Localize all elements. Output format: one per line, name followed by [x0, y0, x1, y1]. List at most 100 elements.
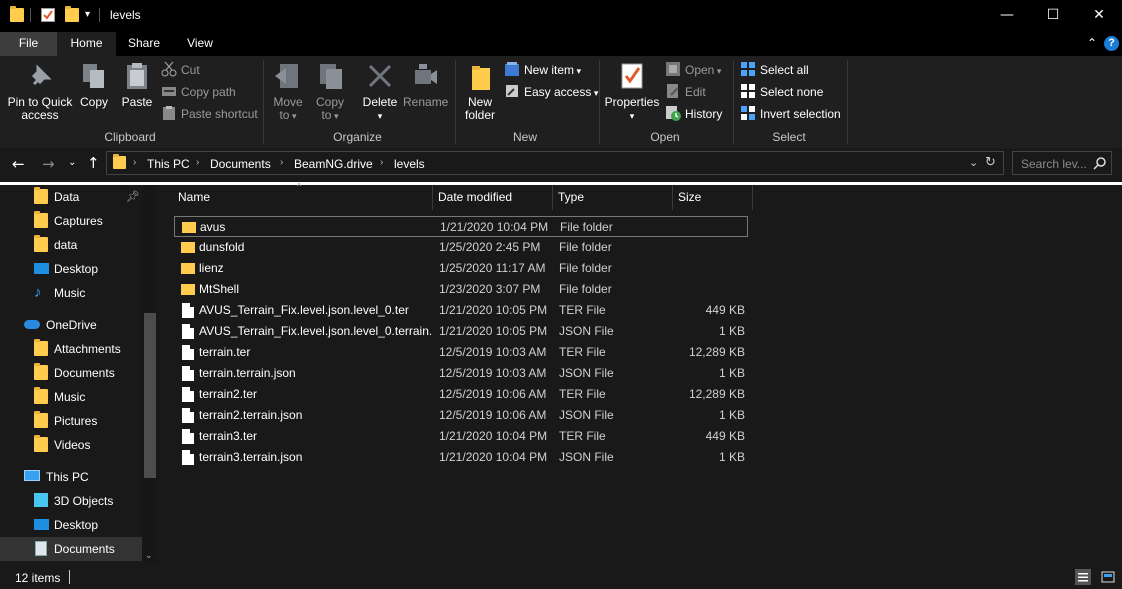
file-type: File folder — [559, 282, 612, 296]
maximize-button[interactable]: ☐ — [1030, 0, 1076, 32]
nav-item-videos[interactable]: Videos — [34, 433, 142, 457]
qat-dropdown-icon[interactable]: ▾ — [85, 9, 90, 20]
tab-view[interactable]: View — [172, 32, 228, 56]
file-row[interactable]: terrain.ter 12/5/2019 10:03 AM TER File 12,… — [174, 342, 748, 363]
minimize-button[interactable]: — — [984, 0, 1030, 32]
close-button[interactable]: ✕ — [1076, 0, 1122, 32]
copy-button[interactable]: Copy — [77, 60, 111, 109]
tab-file[interactable]: File — [0, 32, 57, 56]
nav-item-label: Documents — [54, 366, 115, 380]
search-box[interactable]: Search lev... — [1012, 151, 1112, 175]
collapse-ribbon-icon[interactable]: ⌃ — [1087, 36, 1097, 50]
column-header-type[interactable]: Type — [553, 185, 673, 210]
file-name: terrain.terrain.json — [199, 366, 296, 380]
rename-button[interactable]: Rename — [403, 60, 448, 109]
address-dropdown-chevron-icon[interactable]: ⌄ — [969, 156, 978, 169]
history-button[interactable]: History — [665, 104, 722, 124]
new-item-icon — [504, 61, 520, 77]
edit-button[interactable]: Edit — [665, 82, 706, 102]
nav-item-onedrive-music[interactable]: Music — [34, 385, 142, 409]
nav-item-pictures[interactable]: Pictures — [34, 409, 142, 433]
select-none-button[interactable]: Select none — [740, 82, 823, 102]
file-row[interactable]: terrain2.terrain.json 12/5/2019 10:06 AM J… — [174, 405, 748, 426]
tab-home[interactable]: Home — [57, 32, 116, 56]
move-to-button[interactable]: Move to ▾ — [270, 60, 306, 123]
up-arrow-icon[interactable]: ↑ — [87, 154, 100, 172]
nav-item-this-pc-desktop[interactable]: Desktop — [34, 513, 142, 537]
cut-button[interactable]: Cut — [161, 60, 200, 80]
chevron-right-icon[interactable]: › — [380, 157, 383, 168]
file-type: TER File — [559, 429, 606, 443]
nav-item-data-pinned[interactable]: Data 📌︎ — [34, 185, 142, 209]
details-view-icon[interactable] — [1075, 569, 1091, 585]
nav-item-label: OneDrive — [46, 318, 97, 332]
nav-item-label: This PC — [46, 470, 89, 484]
properties-qat-icon[interactable] — [41, 8, 55, 22]
nav-item-this-pc[interactable]: This PC — [24, 465, 142, 489]
new-folder-button[interactable]: New folder — [460, 60, 500, 122]
properties-button[interactable]: Properties ▾ — [604, 60, 660, 123]
breadcrumb-beamng-drive[interactable]: BeamNG.drive — [294, 157, 373, 171]
search-icon[interactable] — [1093, 156, 1107, 173]
file-size — [674, 237, 745, 258]
scroll-down-icon[interactable]: ⌄ — [145, 550, 153, 561]
folder-icon — [34, 339, 48, 356]
new-folder-qat-icon[interactable] — [65, 6, 79, 22]
breadcrumb-documents[interactable]: Documents — [210, 157, 271, 171]
address-bar[interactable]: › This PC › Documents › BeamNG.drive › l… — [106, 151, 1004, 175]
file-row[interactable]: lienz 1/25/2020 11:17 AM File folder — [174, 258, 748, 279]
chevron-right-icon[interactable]: › — [196, 157, 199, 168]
folder-icon — [34, 235, 48, 252]
nav-item-data[interactable]: data — [34, 233, 142, 257]
copy-path-button[interactable]: Copy path — [161, 82, 236, 102]
breadcrumb-levels[interactable]: levels — [394, 157, 425, 171]
file-row[interactable]: AVUS_Terrain_Fix.level.json.level_0.ter 1… — [174, 300, 748, 321]
easy-access-button[interactable]: Easy access ▾ — [504, 82, 598, 102]
nav-item-3d-objects[interactable]: 3D Objects — [34, 489, 142, 513]
new-item-button[interactable]: New item ▾ — [504, 60, 581, 80]
chevron-right-icon[interactable]: › — [133, 157, 136, 168]
paste-shortcut-button[interactable]: Paste shortcut — [161, 104, 258, 124]
chevron-right-icon[interactable]: › — [280, 157, 283, 168]
nav-item-desktop[interactable]: Desktop — [34, 257, 142, 281]
file-row[interactable]: MtShell 1/23/2020 3:07 PM File folder — [174, 279, 748, 300]
select-all-button[interactable]: Select all — [740, 60, 809, 80]
group-label-clipboard: Clipboard — [104, 130, 156, 144]
large-icons-view-icon[interactable] — [1100, 569, 1116, 585]
file-row[interactable]: avus 1/21/2020 10:04 PM File folder — [174, 216, 748, 237]
file-name: lienz — [199, 261, 224, 275]
nav-item-onedrive-documents[interactable]: Documents — [34, 361, 142, 385]
delete-button[interactable]: Delete ▾ — [361, 60, 399, 123]
nav-item-captures[interactable]: Captures — [34, 209, 142, 233]
open-button[interactable]: Open ▾ — [665, 60, 721, 80]
file-row[interactable]: terrain3.terrain.json 1/21/2020 10:04 PM J… — [174, 447, 748, 468]
nav-item-onedrive[interactable]: OneDrive — [24, 313, 142, 337]
group-label-select: Select — [772, 130, 806, 144]
column-header-name[interactable]: Name — [173, 185, 433, 210]
copy-to-button[interactable]: Copy to ▾ — [312, 60, 348, 123]
file-row[interactable]: terrain2.ter 12/5/2019 10:06 AM TER File 12… — [174, 384, 748, 405]
invert-selection-button[interactable]: Invert selection — [740, 104, 841, 124]
nav-item-music[interactable]: ♪ Music — [34, 281, 142, 305]
back-arrow-icon[interactable]: ← — [12, 155, 25, 173]
help-icon[interactable]: ? — [1104, 36, 1119, 51]
nav-item-attachments[interactable]: Attachments — [34, 337, 142, 361]
column-header-size[interactable]: Size — [673, 185, 753, 210]
breadcrumb-this-pc[interactable]: This PC — [147, 157, 190, 171]
forward-arrow-icon[interactable]: → — [42, 155, 55, 173]
group-label-organize: Organize — [333, 130, 382, 144]
file-row[interactable]: terrain3.ter 1/21/2020 10:04 PM TER File 44… — [174, 426, 748, 447]
pin-to-quick-access-button[interactable]: Pin to Quick access — [6, 60, 74, 122]
file-row[interactable]: terrain.terrain.json 12/5/2019 10:03 AM JS… — [174, 363, 748, 384]
refresh-icon[interactable]: ↻ — [985, 155, 996, 170]
nav-item-this-pc-documents[interactable]: Documents — [34, 537, 142, 561]
nav-scrollbar-thumb[interactable] — [144, 313, 156, 478]
recent-locations-chevron-icon[interactable]: ⌄ — [68, 157, 76, 168]
file-row[interactable]: dunsfold 1/25/2020 2:45 PM File folder — [174, 237, 748, 258]
file-row[interactable]: AVUS_Terrain_Fix.level.json.level_0.terr… — [174, 321, 748, 342]
column-header-date-modified[interactable]: Date modified — [433, 185, 553, 210]
title-bar: ▾ levels — ☐ ✕ — [0, 0, 1122, 32]
folder-icon — [181, 263, 195, 274]
paste-button[interactable]: Paste — [118, 60, 156, 109]
tab-share[interactable]: Share — [116, 32, 172, 56]
